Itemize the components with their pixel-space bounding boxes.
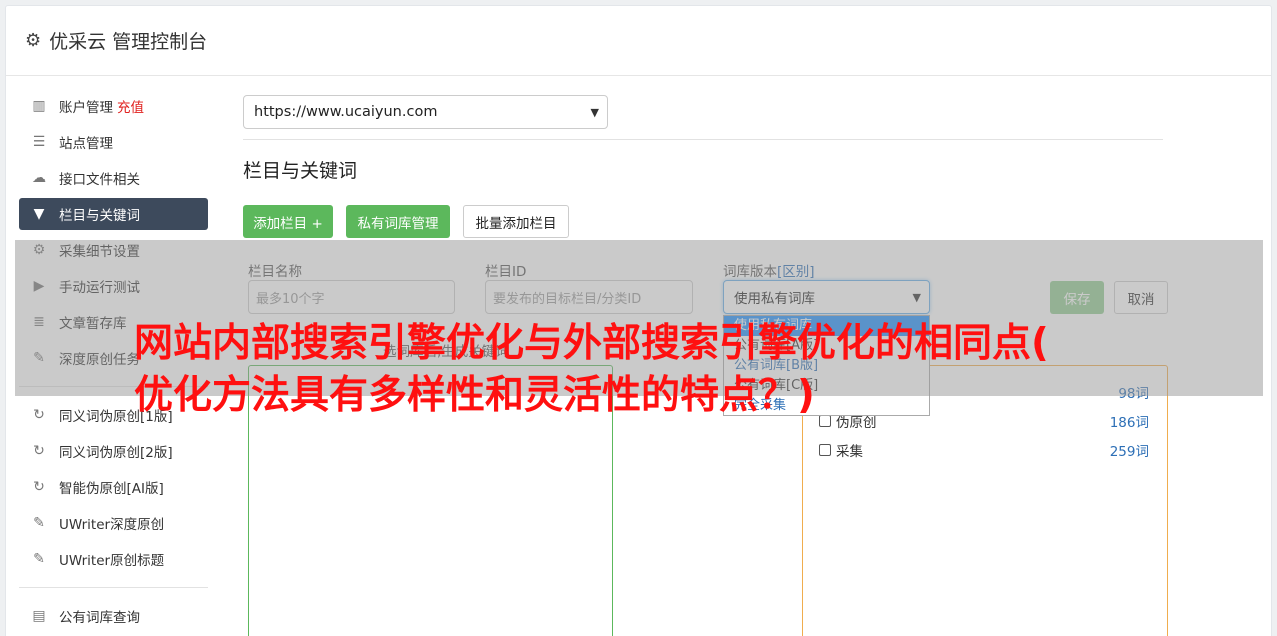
- sidebar-item-public-lib[interactable]: ▤ 公有词库查询: [19, 600, 208, 632]
- console-header: ⚙ 优采云 管理控制台: [6, 6, 1271, 76]
- checkbox[interactable]: [819, 444, 831, 456]
- divider: [243, 139, 1163, 140]
- action-buttons: 添加栏目 + 私有词库管理 批量添加栏目: [243, 205, 1163, 238]
- sidebar-divider: [19, 587, 208, 588]
- sidebar-item-label: 智能伪原创[AI版]: [59, 481, 164, 497]
- library-row[interactable]: 采集 259词: [819, 440, 1149, 460]
- book-icon: ▤: [32, 608, 46, 624]
- sidebar-item-label: 站点管理: [59, 136, 113, 152]
- main-content: https://www.ucaiyun.com ▼ 栏目与关键词 添加栏目 + …: [243, 95, 1168, 636]
- sidebar-item-label: UWriter原创标题: [59, 553, 165, 569]
- edit-icon: ✎: [33, 515, 45, 531]
- site-select[interactable]: https://www.ucaiyun.com ▼: [243, 95, 608, 129]
- bar-chart-icon: ▥: [32, 98, 46, 114]
- sidebar-item-label: 公有词库查询: [59, 610, 140, 626]
- cloud-upload-icon: ☁: [32, 170, 46, 186]
- sidebar-item-uwriter-title[interactable]: ✎ UWriter原创标题: [19, 543, 208, 575]
- section-title: 栏目与关键词: [243, 160, 358, 182]
- filter-icon: ▼: [33, 206, 45, 222]
- library-count: 259词: [1109, 444, 1149, 460]
- recharge-link[interactable]: 充值: [117, 96, 144, 116]
- sidebar-item-synonym-v2[interactable]: ↻ 同义词伪原创[2版]: [19, 435, 208, 467]
- batch-add-button[interactable]: 批量添加栏目: [463, 205, 569, 238]
- sidebar-item-label: 接口文件相关: [59, 172, 140, 188]
- page-title: 优采云 管理控制台: [49, 31, 208, 53]
- headline-line: 优化方法具有多样性和灵活性的特点？): [134, 373, 815, 418]
- sidebar-item-sites[interactable]: ☰ 站点管理: [19, 126, 208, 158]
- edit-icon: ✎: [33, 551, 45, 567]
- sidebar-item-label: UWriter深度原创: [59, 517, 165, 533]
- sidebar-item-label: 栏目与关键词: [59, 208, 140, 224]
- gear-icon: ⚙: [25, 30, 42, 51]
- sidebar-item-account[interactable]: ▥ 账户管理 充值: [19, 90, 208, 122]
- refresh-icon: ↻: [33, 407, 45, 423]
- headline-line: 网站内部搜索引擎优化与外部搜索引擎优化的相同点(: [134, 321, 1049, 366]
- private-lib-button[interactable]: 私有词库管理: [346, 205, 450, 238]
- sidebar-item-columns-keywords[interactable]: ▼ 栏目与关键词: [19, 198, 208, 230]
- server-icon: ☰: [32, 134, 46, 150]
- sidebar-item-api-files[interactable]: ☁ 接口文件相关: [19, 162, 208, 194]
- overlay-headline: 网站内部搜索引擎优化与外部搜索引擎优化的相同点( 优化方法具有多样性和灵活性的特…: [134, 318, 1164, 422]
- sidebar-item-label: 同义词伪原创[2版]: [59, 445, 173, 461]
- chevron-down-icon: ▼: [590, 105, 599, 119]
- library-label: 采集: [836, 444, 863, 460]
- add-column-button[interactable]: 添加栏目 +: [243, 205, 333, 238]
- refresh-icon: ↻: [33, 443, 45, 459]
- sidebar-item-label: 账户管理: [59, 100, 113, 116]
- site-select-value: https://www.ucaiyun.com: [254, 104, 438, 120]
- refresh-icon: ↻: [33, 479, 45, 495]
- sidebar-item-uwriter-deep[interactable]: ✎ UWriter深度原创: [19, 507, 208, 539]
- sidebar-item-ai-rewrite[interactable]: ↻ 智能伪原创[AI版]: [19, 471, 208, 503]
